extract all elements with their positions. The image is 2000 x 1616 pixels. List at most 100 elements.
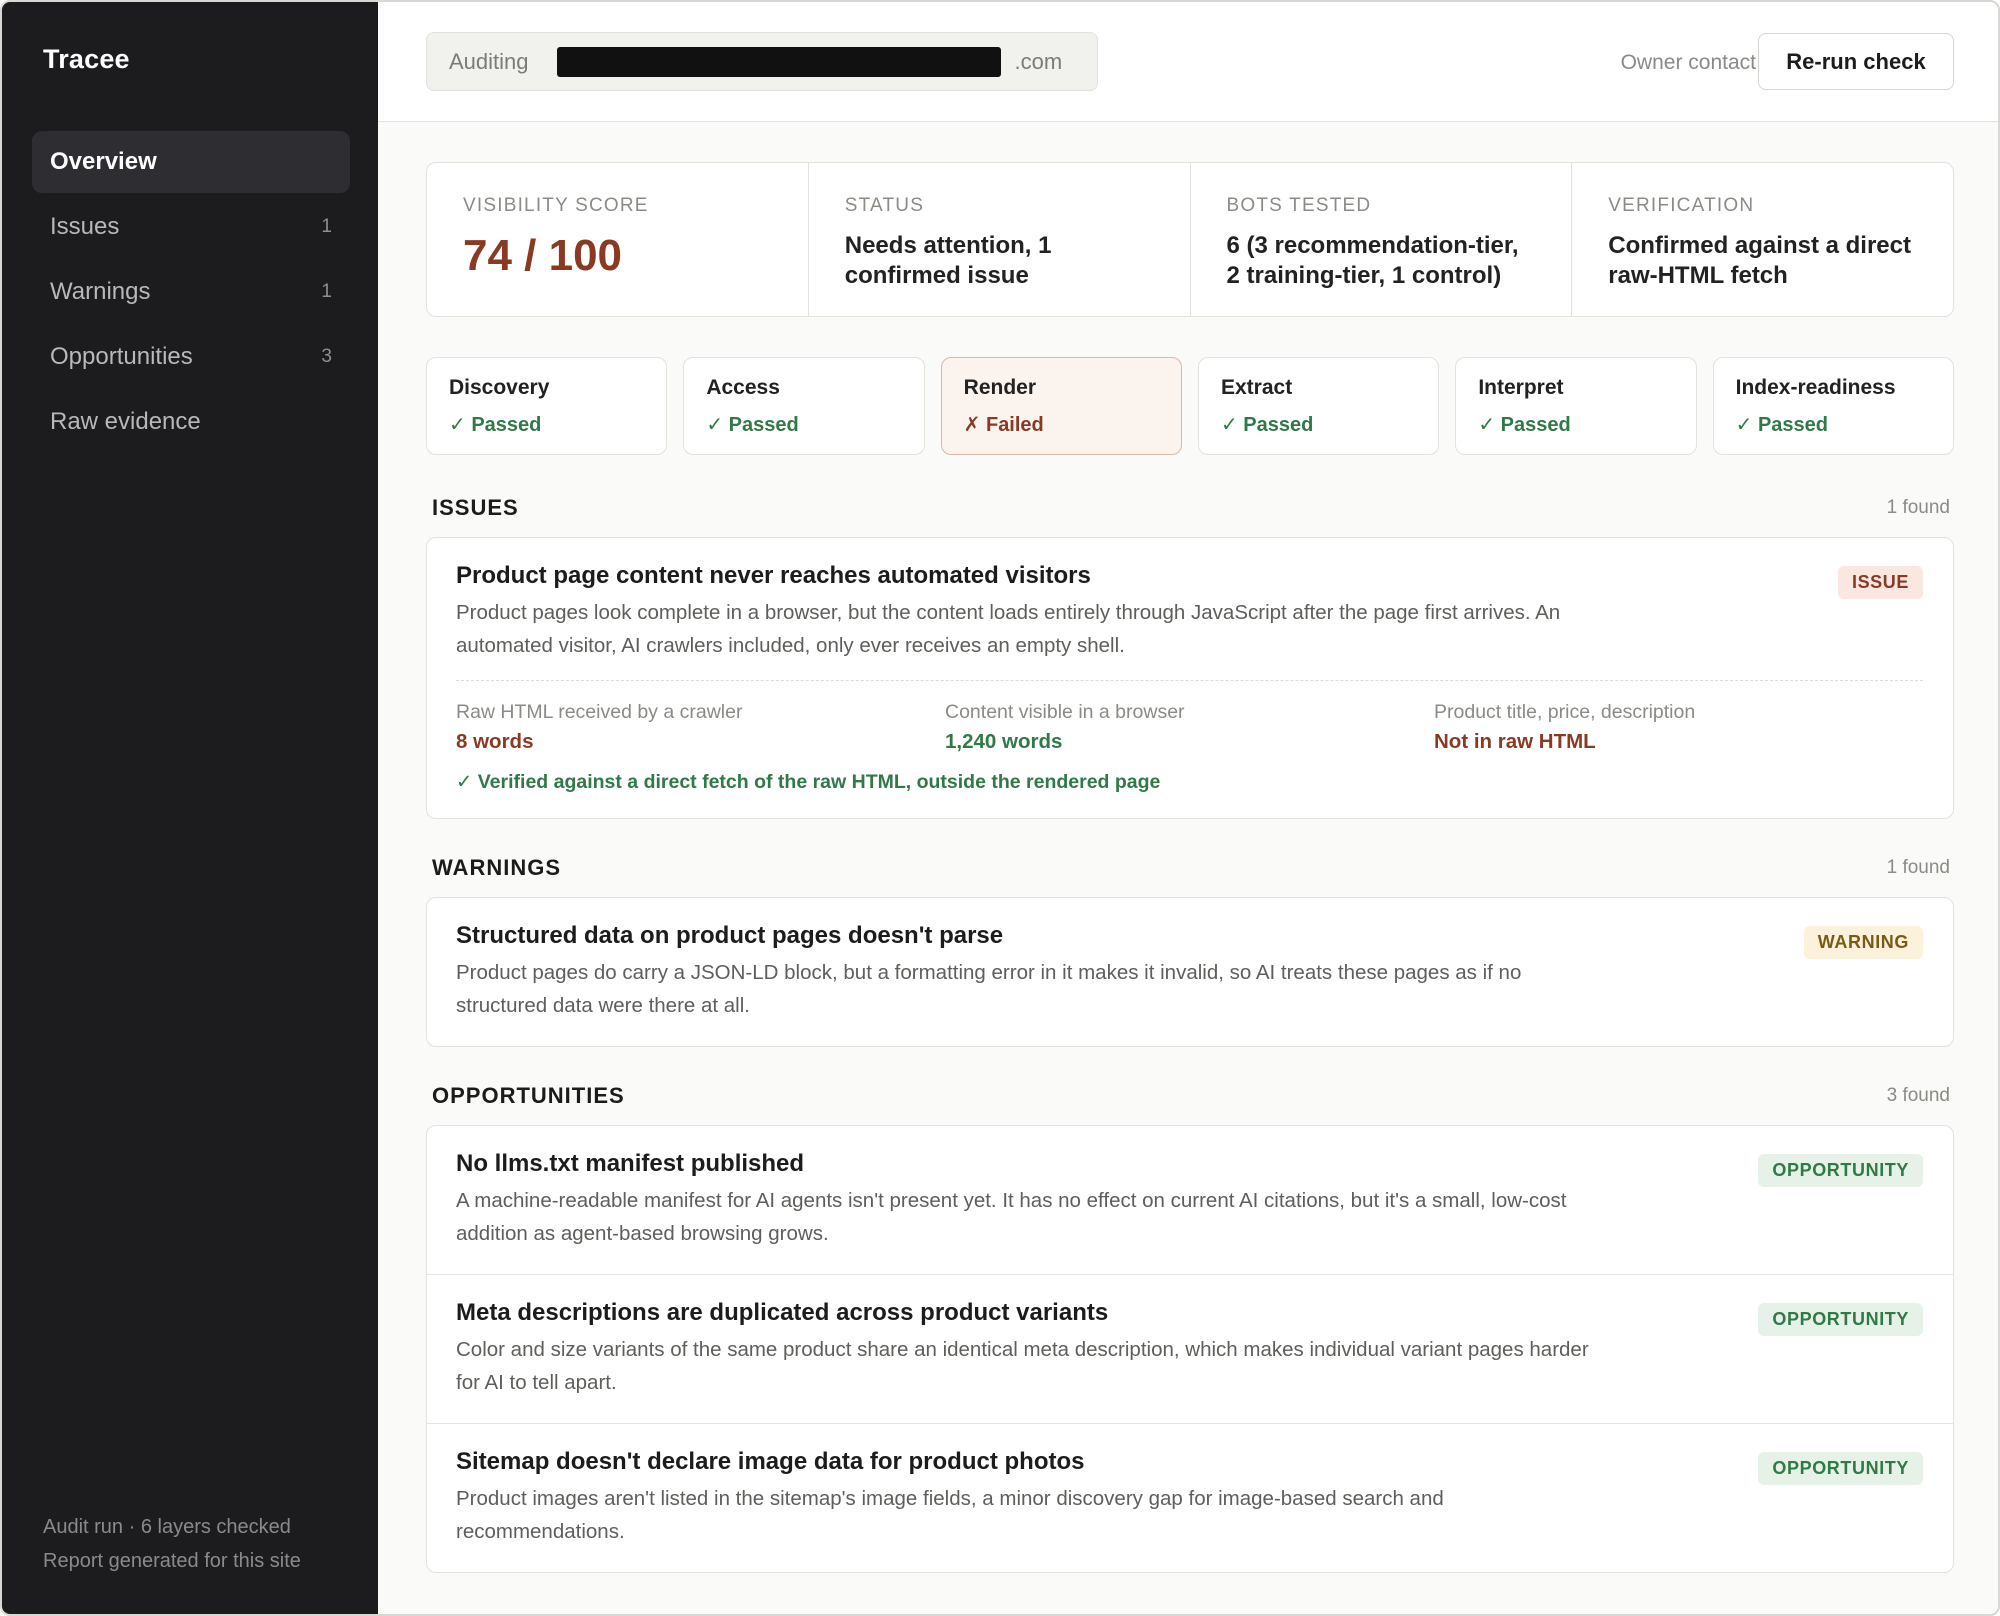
stat-label: VISIBILITY SCORE bbox=[463, 195, 649, 216]
section-title: OPPORTUNITIES bbox=[432, 1083, 625, 1108]
domain-suffix: .com bbox=[1014, 48, 1063, 74]
layer-card-index-readiness[interactable]: Index-readiness ✓ Passed bbox=[1712, 357, 1954, 455]
stat-label: VERIFICATION bbox=[1608, 195, 1755, 216]
sidebar-item-label: Raw evidence bbox=[50, 408, 201, 435]
owner-contact-label: Owner contact bbox=[1620, 51, 1756, 74]
opportunities-list: No llms.txt manifest published OPPORTUNI… bbox=[426, 1125, 1954, 1573]
layer-card-interpret[interactable]: Interpret ✓ Passed bbox=[1455, 357, 1697, 455]
sidebar-item-label: Issues bbox=[50, 213, 120, 240]
layer-name: Index-readiness bbox=[1735, 376, 1896, 399]
status-value: Needs attention, 1 confirmed issue bbox=[844, 232, 1052, 289]
card-title: No llms.txt manifest published bbox=[456, 1150, 805, 1177]
issue-card[interactable]: Product page content never reaches autom… bbox=[427, 538, 1953, 818]
sidebar-item-label: Opportunities bbox=[50, 343, 193, 370]
card-title: Product page content never reaches autom… bbox=[456, 562, 1091, 589]
stat-status: STATUS Needs attention, 1 confirmed issu… bbox=[809, 163, 1191, 316]
evidence-raw-html: Raw HTML received by a crawler 8 words bbox=[456, 701, 945, 754]
section-header: OPPORTUNITIES 3 found bbox=[426, 1081, 1954, 1111]
warnings-section: WARNINGS 1 found Structured data on prod… bbox=[426, 853, 1954, 1047]
sidebar-item-issues[interactable]: Issues 1 bbox=[32, 196, 350, 258]
stat-visibility-score: VISIBILITY SCORE 74 / 100 bbox=[427, 163, 809, 316]
rerun-check-button[interactable]: Re-run check bbox=[1758, 33, 1954, 90]
opportunity-card[interactable]: No llms.txt manifest published OPPORTUNI… bbox=[427, 1126, 1953, 1275]
bots-tested-value: 6 (3 recommendation-tier, 2 training-tie… bbox=[1226, 232, 1519, 289]
main-panel: Auditing .com Owner contact Re-run check… bbox=[378, 2, 1998, 1614]
redacted-domain bbox=[556, 46, 1001, 77]
warning-card[interactable]: Structured data on product pages doesn't… bbox=[427, 898, 1953, 1046]
evidence-value: 8 words bbox=[456, 730, 534, 753]
app-window: Tracee Overview Issues 1 Warnings 1 Oppo… bbox=[0, 0, 2000, 1616]
brand-logo[interactable]: Tracee bbox=[43, 44, 130, 75]
section-header: ISSUES 1 found bbox=[426, 493, 1954, 523]
audit-domain-field: Auditing .com bbox=[426, 32, 1098, 91]
sidebar-item-warnings[interactable]: Warnings 1 bbox=[32, 261, 350, 323]
layer-card-render[interactable]: Render ✗ Failed bbox=[940, 357, 1182, 455]
layer-name: Interpret bbox=[1478, 376, 1564, 399]
sidebar-item-label: Overview bbox=[50, 148, 157, 175]
footer-report-info: Report generated for this site bbox=[43, 1550, 301, 1572]
section-count: 1 found bbox=[1886, 857, 1950, 878]
stat-verification: VERIFICATION Confirmed against a direct … bbox=[1572, 163, 1953, 316]
topbar: Auditing .com Owner contact Re-run check bbox=[378, 2, 1998, 122]
card-description: Product pages look complete in a browser… bbox=[456, 601, 1561, 657]
stat-label: BOTS TESTED bbox=[1226, 195, 1372, 216]
opportunity-card[interactable]: Sitemap doesn't declare image data for p… bbox=[427, 1424, 1953, 1572]
layer-status: ✓ Passed bbox=[706, 414, 799, 436]
section-title: ISSUES bbox=[432, 495, 519, 520]
section-count: 3 found bbox=[1886, 1085, 1950, 1106]
sidebar-item-overview[interactable]: Overview bbox=[32, 131, 350, 193]
layer-status: ✓ Passed bbox=[1220, 414, 1314, 436]
evidence-browser-content: Content visible in a browser 1,240 words bbox=[945, 701, 1434, 754]
issues-list: Product page content never reaches autom… bbox=[426, 537, 1954, 819]
card-description: Product pages do carry a JSON-LD block, … bbox=[456, 961, 1522, 1017]
stat-bots-tested: BOTS TESTED 6 (3 recommendation-tier, 2 … bbox=[1191, 163, 1573, 316]
layer-name: Access bbox=[706, 376, 780, 399]
sidebar-item-count: 1 bbox=[321, 281, 332, 302]
sidebar-item-count: 1 bbox=[321, 216, 332, 237]
card-title: Structured data on product pages doesn't… bbox=[456, 922, 1004, 949]
section-header: WARNINGS 1 found bbox=[426, 853, 1954, 883]
section-count: 1 found bbox=[1886, 497, 1950, 518]
stat-label: STATUS bbox=[844, 195, 925, 216]
layer-checks: Discovery ✓ Passed Access ✓ Passed Rende… bbox=[426, 357, 1954, 455]
evidence-row: Raw HTML received by a crawler 8 words C… bbox=[456, 680, 1923, 754]
warnings-list: Structured data on product pages doesn't… bbox=[426, 897, 1954, 1047]
opportunities-section: OPPORTUNITIES 3 found No llms.txt manife… bbox=[426, 1081, 1954, 1573]
evidence-label: Content visible in a browser bbox=[945, 701, 1185, 723]
evidence-label: Raw HTML received by a crawler bbox=[456, 701, 743, 723]
layer-status: ✓ Passed bbox=[1478, 414, 1571, 436]
card-description: Color and size variants of the same prod… bbox=[456, 1338, 1589, 1394]
evidence-value: 1,240 words bbox=[945, 730, 1063, 753]
sidebar-item-count: 3 bbox=[321, 346, 332, 367]
opportunity-card[interactable]: Meta descriptions are duplicated across … bbox=[427, 1275, 1953, 1424]
summary-stats: VISIBILITY SCORE 74 / 100 STATUS Needs a… bbox=[426, 162, 1954, 317]
opportunity-badge: OPPORTUNITY bbox=[1758, 1303, 1923, 1336]
verification-value: Confirmed against a direct raw-HTML fetc… bbox=[1608, 232, 1911, 289]
warning-badge: WARNING bbox=[1803, 926, 1923, 959]
auditing-label: Auditing bbox=[449, 48, 529, 74]
card-description: A machine-readable manifest for AI agent… bbox=[456, 1189, 1567, 1245]
card-title: Meta descriptions are duplicated across … bbox=[456, 1299, 1109, 1326]
opportunity-badge: OPPORTUNITY bbox=[1758, 1452, 1923, 1485]
layer-name: Render bbox=[963, 376, 1037, 399]
layer-card-extract[interactable]: Extract ✓ Passed bbox=[1197, 357, 1440, 455]
opportunity-badge: OPPORTUNITY bbox=[1758, 1154, 1923, 1187]
layer-card-access[interactable]: Access ✓ Passed bbox=[683, 357, 925, 455]
visibility-score-value: 74 / 100 bbox=[463, 231, 623, 280]
sidebar-item-opportunities[interactable]: Opportunities 3 bbox=[32, 326, 350, 388]
layer-name: Extract bbox=[1220, 376, 1293, 399]
sidebar-footer: Audit run · 6 layers checked Report gene… bbox=[43, 1510, 301, 1578]
issues-section: ISSUES 1 found Product page content neve… bbox=[426, 493, 1954, 819]
layer-status: ✓ Passed bbox=[1735, 414, 1829, 436]
footer-audit-info: Audit run · 6 layers checked bbox=[43, 1516, 291, 1538]
report-content: VISIBILITY SCORE 74 / 100 STATUS Needs a… bbox=[426, 162, 1954, 1573]
layer-card-discovery[interactable]: Discovery ✓ Passed bbox=[426, 357, 668, 455]
layer-status: ✓ Passed bbox=[449, 414, 542, 436]
evidence-value: Not in raw HTML bbox=[1434, 730, 1596, 753]
layer-status: ✗ Failed bbox=[963, 414, 1044, 436]
sidebar: Tracee Overview Issues 1 Warnings 1 Oppo… bbox=[2, 2, 378, 1614]
sidebar-nav: Overview Issues 1 Warnings 1 Opportuniti… bbox=[32, 131, 350, 456]
evidence-label: Product title, price, description bbox=[1434, 701, 1696, 723]
verified-note: ✓ Verified against a direct fetch of the… bbox=[456, 771, 1161, 793]
sidebar-item-raw-evidence[interactable]: Raw evidence bbox=[32, 391, 350, 453]
